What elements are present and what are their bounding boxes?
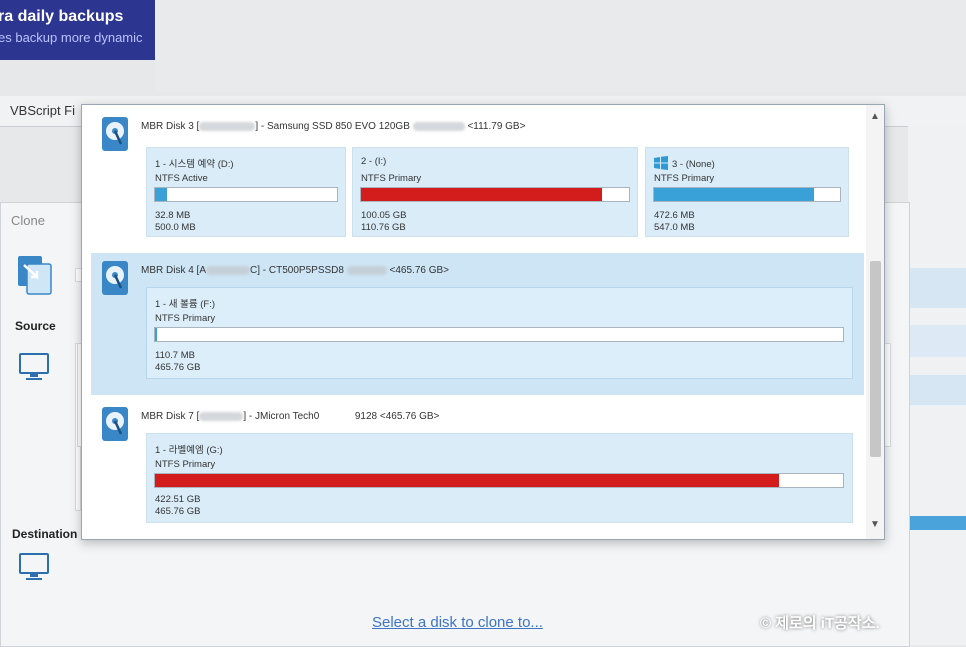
hard-disk-icon — [102, 117, 128, 151]
disk-size: <111.79 GB> — [467, 121, 526, 132]
partition-total: 547.0 MB — [654, 222, 695, 233]
monitor-icon — [19, 353, 49, 380]
partition[interactable]: 3 - (None) NTFS Primary 472.6 MB 547.0 M… — [645, 147, 849, 237]
redacted-serial — [199, 411, 244, 421]
partition-total: 465.76 GB — [155, 362, 201, 373]
right-stripe — [908, 375, 966, 405]
usage-fill — [155, 188, 167, 201]
disk-label-prefix: MBR Disk 3 [ — [141, 121, 200, 132]
hard-disk-icon — [102, 261, 128, 295]
usage-bar — [653, 187, 841, 202]
disk-row-3[interactable]: MBR Disk 3 [ ] - Samsung SSD 850 EVO 120G… — [91, 109, 864, 247]
disk-select-popup: MBR Disk 3 [ ] - Samsung SSD 850 EVO 120G… — [81, 104, 885, 540]
partition-type: NTFS Primary — [361, 173, 422, 184]
usage-bar — [154, 187, 338, 202]
disk-label-extra: 9128 — [354, 411, 378, 422]
banner-subline: es backup more dynamic — [0, 30, 143, 45]
partition-name: 1 - 시스템 예약 (D:) — [155, 159, 234, 170]
banner-headline: ra daily backups — [0, 8, 124, 25]
partition-name-text: 3 - (None) — [672, 159, 715, 170]
partition[interactable]: 1 - 새 볼륨 (F:) NTFS Primary 110.7 MB 465.… — [146, 287, 853, 379]
disk-row-7[interactable]: MBR Disk 7 [ ] - JMicron Tech0 9128 <465.… — [91, 399, 864, 539]
top-area — [155, 0, 966, 92]
scroll-down-icon[interactable]: ▼ — [866, 519, 884, 533]
partition-used: 32.8 MB — [155, 210, 191, 221]
usage-fill — [155, 328, 158, 341]
disk-label-prefix: MBR Disk 7 [ — [141, 411, 200, 422]
menu-item-vbscript[interactable]: VBScript Fi — [10, 103, 75, 118]
usage-bar — [360, 187, 630, 202]
redacted-serial — [346, 265, 387, 275]
partition[interactable]: 2 - (I:) NTFS Primary 100.05 GB 110.76 G… — [352, 147, 638, 237]
disk-label-prefix: MBR Disk 4 [A — [141, 265, 207, 276]
partition-type: NTFS Primary — [155, 459, 216, 470]
partition-type: NTFS Active — [155, 173, 208, 184]
partition-used: 472.6 MB — [654, 210, 695, 221]
windows-icon — [654, 156, 668, 170]
usage-fill — [361, 188, 603, 201]
partition-name: 1 - 라벨예엠 (G:) — [155, 445, 223, 456]
disk-row-4[interactable]: MBR Disk 4 [A C] - CT500P5PSSD8 <465.76 G… — [91, 253, 864, 497]
scroll-thumb[interactable] — [870, 261, 881, 457]
usage-fill — [155, 474, 780, 487]
right-stripe — [908, 325, 966, 357]
scroll-up-icon[interactable]: ▲ — [866, 111, 884, 125]
partition-total: 110.76 GB — [361, 222, 406, 233]
partition[interactable]: 1 - 라벨예엠 (G:) NTFS Primary 422.51 GB 465… — [146, 433, 853, 523]
disk-label-model: ] - Samsung SSD 850 EVO 120GB — [255, 121, 410, 132]
disk-label: MBR Disk 4 [A C] - CT500P5PSSD8 <465.76 G… — [141, 265, 449, 276]
right-progress-stripe — [908, 516, 966, 530]
clone-icon — [18, 256, 52, 295]
popup-scrollbar[interactable]: ▲ ▼ — [866, 105, 884, 539]
partition-name: 1 - 새 볼륨 (F:) — [155, 299, 215, 310]
redacted-serial — [412, 121, 465, 131]
partition-name: 3 - (None) — [654, 156, 715, 170]
disk-label-model: ] - JMicron Tech0 — [243, 411, 320, 422]
destination-label: Destination — [12, 527, 78, 541]
disk-label-model: C] - CT500P5PSSD8 — [250, 265, 344, 276]
source-label: Source — [15, 319, 56, 333]
watermark: © 제로의 iT공작소. — [760, 615, 880, 632]
partition-used: 110.7 MB — [155, 350, 195, 361]
partition-total: 465.76 GB — [155, 506, 201, 517]
partition-used: 422.51 GB — [155, 494, 201, 505]
promo-banner[interactable]: ra daily backups es backup more dynamic — [0, 0, 155, 60]
usage-fill — [654, 188, 814, 201]
select-disk-link[interactable]: Select a disk to clone to... — [372, 614, 543, 631]
usage-bar — [154, 327, 844, 342]
partition[interactable]: 1 - 시스템 예약 (D:) NTFS Active 32.8 MB 500.… — [146, 147, 346, 237]
partition-type: NTFS Primary — [155, 313, 216, 324]
redacted-serial — [199, 121, 256, 131]
partition-name: 2 - (I:) — [361, 156, 387, 167]
redacted-serial — [206, 265, 251, 275]
partition-type: NTFS Primary — [654, 173, 715, 184]
partition-used: 100.05 GB — [361, 210, 407, 221]
disk-size: <465.76 GB> — [389, 265, 450, 276]
disk-label: MBR Disk 3 [ ] - Samsung SSD 850 EVO 120G… — [141, 121, 525, 132]
disk-label: MBR Disk 7 [ ] - JMicron Tech0 9128 <465.… — [141, 411, 439, 422]
monitor-icon — [19, 553, 49, 580]
disk-size: <465.76 GB> — [379, 411, 440, 422]
right-stripe — [908, 268, 966, 308]
partition-total: 500.0 MB — [155, 222, 196, 233]
hard-disk-icon — [102, 407, 128, 441]
usage-bar — [154, 473, 844, 488]
clone-title: Clone — [11, 213, 45, 228]
